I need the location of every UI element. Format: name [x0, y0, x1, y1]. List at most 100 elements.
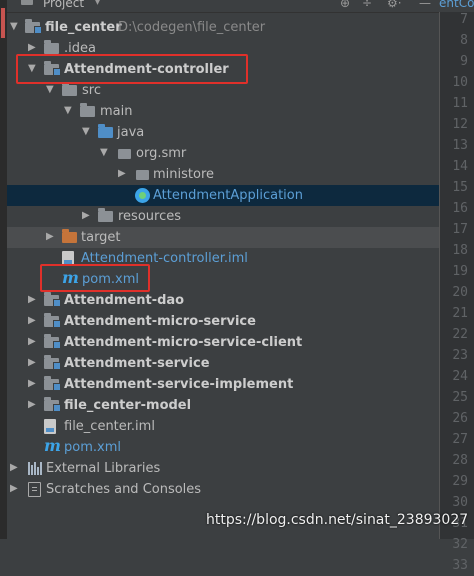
collapse-arrow-icon[interactable]: ▶	[82, 209, 90, 223]
tool-strip-marker	[1, 8, 5, 38]
collapse-arrow-icon[interactable]: ▶	[28, 377, 36, 391]
tree-row-label: resources	[118, 209, 182, 224]
project-path: D:\codegen\file_center	[118, 20, 266, 35]
tree-row-label: target	[81, 230, 121, 245]
tree-row-attendment-service-implement[interactable]: ▶ Attendment-service-implement	[7, 374, 439, 395]
tree-row-org-smr[interactable]: ▼ org.smr	[7, 143, 439, 164]
chevron-down-icon[interactable]: ▾	[95, 0, 100, 10]
tree-row-root-pom[interactable]: m pom.xml	[7, 437, 439, 458]
tree-row-attendment-application[interactable]: AttendmentApplication	[7, 185, 439, 206]
collapse-all-icon[interactable]: ÷	[362, 0, 372, 10]
line-number: 25	[452, 390, 468, 405]
tree-row-label: Attendment-dao	[64, 293, 185, 308]
expand-arrow-icon[interactable]: ▼	[64, 104, 72, 118]
collapse-arrow-icon[interactable]: ▶	[28, 314, 36, 328]
collapse-arrow-icon[interactable]: ▶	[10, 482, 18, 496]
package-icon	[118, 149, 131, 159]
line-number: 26	[452, 411, 468, 426]
line-number: 11	[452, 96, 468, 111]
package-icon	[136, 170, 149, 180]
folder-icon	[80, 103, 95, 117]
collapse-arrow-icon[interactable]: ▶	[28, 398, 36, 412]
tree-row-external-libraries[interactable]: ▶ External Libraries	[7, 458, 439, 479]
expand-arrow-icon[interactable]: ▼	[10, 20, 18, 34]
line-number: 18	[452, 243, 468, 258]
line-number: 22	[452, 327, 468, 342]
tree-row-label: org.smr	[136, 146, 187, 161]
tree-row-scratches[interactable]: ▶ Scratches and Consoles	[7, 479, 439, 500]
tree-row-file-center-iml[interactable]: file_center.iml	[7, 416, 439, 437]
module-folder-icon	[44, 355, 61, 370]
tree-row-label: Scratches and Consoles	[46, 482, 202, 497]
highlight-box-controller	[16, 54, 248, 84]
project-view-selector[interactable]: Project	[43, 0, 84, 10]
folder-icon	[98, 208, 113, 222]
expand-arrow-icon[interactable]: ▼	[46, 83, 54, 97]
collapse-arrow-icon[interactable]: ▶	[28, 356, 36, 370]
line-number: 12	[452, 117, 468, 132]
tree-row-resources[interactable]: ▶ resources	[7, 206, 439, 227]
gear-icon[interactable]: ⚙·	[387, 0, 402, 10]
line-number: 32	[452, 537, 468, 552]
expand-arrow-icon[interactable]: ▼	[82, 125, 90, 139]
locate-icon[interactable]: ⊕	[340, 0, 350, 10]
tree-row-file_center[interactable]: ▼ file_center D:\codegen\file_center	[7, 17, 439, 38]
line-number: 21	[452, 306, 468, 321]
collapse-arrow-icon[interactable]: ▶	[118, 167, 126, 181]
line-number: 17	[452, 222, 468, 237]
line-number: 27	[452, 432, 468, 447]
source-folder-icon	[98, 124, 113, 138]
line-number: 23	[452, 348, 468, 363]
collapse-arrow-icon[interactable]: ▶	[28, 293, 36, 307]
watermark: https://blog.csdn.net/sinat_23893027	[206, 512, 469, 528]
module-folder-icon	[44, 376, 61, 391]
collapse-arrow-icon[interactable]: ▶	[10, 461, 18, 475]
tree-row-attendment-micro-service-client[interactable]: ▶ Attendment-micro-service-client	[7, 332, 439, 353]
tree-row-main[interactable]: ▼ main	[7, 101, 439, 122]
folder-icon	[44, 40, 59, 54]
module-folder-icon	[44, 313, 61, 328]
iml-file-icon	[44, 419, 56, 434]
tree-row-attendment-dao[interactable]: ▶ Attendment-dao	[7, 290, 439, 311]
tree-row-label: Attendment-service-implement	[64, 377, 294, 392]
line-number: 16	[452, 201, 468, 216]
editor-gutter: 7 8 9 10 11 12 13 14 15 16 17 18 19 20 21 22 23 24 25 26 27 2…	[439, 0, 474, 573]
line-number: 33	[452, 558, 468, 573]
left-tool-strip	[0, 0, 7, 539]
library-icon	[28, 462, 42, 475]
line-number: 20	[452, 285, 468, 300]
line-number: 7	[460, 12, 468, 27]
line-number: 24	[452, 369, 468, 384]
project-tree: ▼ file_center D:\codegen\file_center ▶ .idea…	[7, 12, 439, 539]
tree-row-attendment-micro-service[interactable]: ▶ Attendment-micro-service	[7, 311, 439, 332]
editor-tab-label: entCo	[439, 0, 474, 10]
line-number: 8	[460, 33, 468, 48]
line-number: 28	[452, 453, 468, 468]
tree-row-label: AttendmentApplication	[153, 188, 303, 203]
expand-arrow-icon[interactable]: ▼	[100, 146, 108, 160]
tree-row-label: java	[117, 125, 145, 140]
collapse-arrow-icon[interactable]: ▶	[28, 335, 36, 349]
line-number: 15	[452, 180, 468, 195]
tree-row-target[interactable]: ▶ target	[7, 227, 439, 248]
editor-tab[interactable]: entCo	[439, 0, 474, 12]
tree-row-label: Attendment-service	[64, 356, 210, 371]
tree-row-label: pom.xml	[64, 440, 121, 455]
tree-row-label: Attendment-micro-service	[64, 314, 256, 329]
line-number: 14	[452, 159, 468, 174]
tree-row-ministore[interactable]: ▶ ministore	[7, 164, 439, 185]
tree-row-java[interactable]: ▼ java	[7, 122, 439, 143]
line-number: 29	[452, 474, 468, 489]
line-number: 19	[452, 264, 468, 279]
module-folder-icon	[44, 334, 61, 349]
hide-icon[interactable]: —	[419, 0, 431, 10]
maven-icon: m	[44, 436, 61, 455]
collapse-arrow-icon[interactable]: ▶	[46, 230, 54, 244]
tree-row-attendment-service[interactable]: ▶ Attendment-service	[7, 353, 439, 374]
tree-row-label: main	[100, 104, 133, 119]
collapse-arrow-icon[interactable]: ▶	[28, 41, 36, 55]
tree-row-label: file_center	[45, 20, 122, 35]
tree-row-file-center-model[interactable]: ▶ file_center-model	[7, 395, 439, 416]
highlight-box-pom	[40, 264, 150, 292]
module-folder-icon	[25, 19, 42, 34]
